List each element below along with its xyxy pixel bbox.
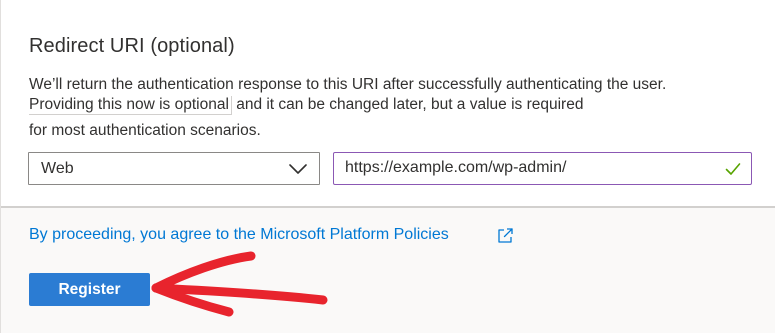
section-title: Redirect URI (optional) xyxy=(29,35,235,57)
redirect-uri-input[interactable] xyxy=(334,153,714,183)
description-line-3: for most authentication scenarios. xyxy=(29,122,261,139)
platform-select[interactable]: Web xyxy=(28,152,320,185)
app-registration-panel: Redirect URI (optional) We’ll return the… xyxy=(0,0,775,333)
redirect-uri-field[interactable] xyxy=(333,152,752,185)
redirect-uri-section: Redirect URI (optional) We’ll return the… xyxy=(1,0,775,206)
description-line-2: Providing this now is optional and it ca… xyxy=(29,96,583,115)
optional-note: Providing this now is optional xyxy=(29,96,232,115)
platform-policies-link[interactable]: By proceeding, you agree to the Microsof… xyxy=(29,226,449,244)
annotation-arrow-icon xyxy=(151,251,328,317)
description-line-1: We’ll return the authentication response… xyxy=(29,76,667,93)
platform-select-value: Web xyxy=(41,160,74,177)
description-line-2-rest: and it can be changed later, but a value… xyxy=(231,96,584,113)
register-button[interactable]: Register xyxy=(29,273,150,306)
external-link-icon[interactable] xyxy=(496,227,514,245)
chevron-down-icon xyxy=(289,164,307,174)
checkmark-icon xyxy=(725,163,741,175)
